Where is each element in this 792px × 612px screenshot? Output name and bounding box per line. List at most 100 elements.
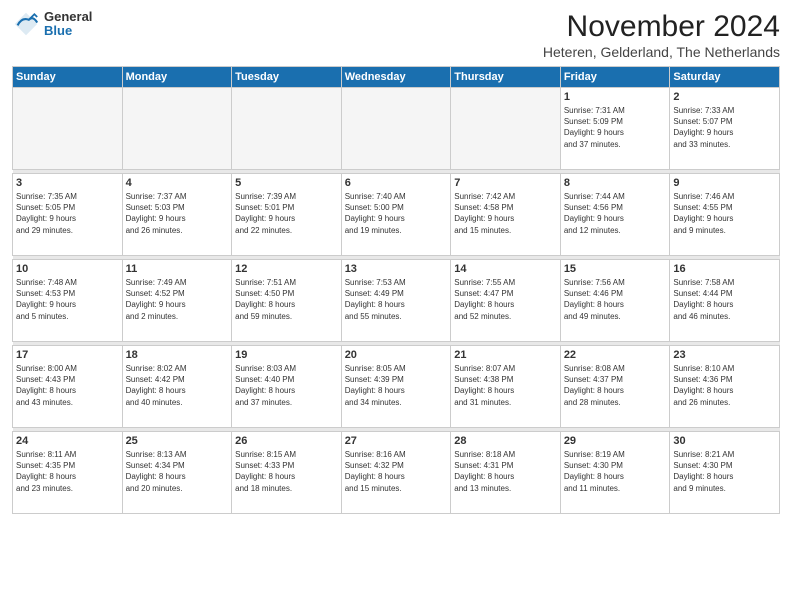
- day-info: Sunrise: 8:05 AM Sunset: 4:39 PM Dayligh…: [345, 363, 448, 408]
- day-number: 11: [126, 263, 229, 275]
- day-info: Sunrise: 7:55 AM Sunset: 4:47 PM Dayligh…: [454, 277, 557, 322]
- cell-4-3: 27Sunrise: 8:16 AM Sunset: 4:32 PM Dayli…: [341, 432, 451, 514]
- day-number: 7: [454, 177, 557, 189]
- day-number: 30: [673, 435, 776, 447]
- day-info: Sunrise: 8:15 AM Sunset: 4:33 PM Dayligh…: [235, 449, 338, 494]
- day-number: 6: [345, 177, 448, 189]
- week-row-4: 17 Sunrise: 8:00 AM Sunset: 4:43 PM Dayli…: [13, 346, 780, 428]
- col-tuesday: Tuesday: [232, 67, 342, 88]
- day-number: 1: [564, 91, 667, 103]
- day-info: Sunrise: 7:51 AM Sunset: 4:50 PM Dayligh…: [235, 277, 338, 322]
- cell-1-5: 8Sunrise: 7:44 AM Sunset: 4:56 PM Daylig…: [560, 174, 670, 256]
- day-info: Sunrise: 8:03 AM Sunset: 4:40 PM Dayligh…: [235, 363, 338, 408]
- location: Heteren, Gelderland, The Netherlands: [543, 44, 780, 60]
- cell-0-2: [232, 88, 342, 170]
- cell-3-5: 22 Sunrise: 8:08 AM Sunset: 4:37 PM Dayli…: [560, 346, 670, 428]
- day-info: Sunrise: 7:37 AM Sunset: 5:03 PM Dayligh…: [126, 191, 229, 236]
- cell-3-6: 23Sunrise: 8:10 AM Sunset: 4:36 PM Dayli…: [670, 346, 780, 428]
- cell-2-6: 16 Sunrise: 7:58 AM Sunset: 4:44 PM Dayli…: [670, 260, 780, 342]
- day-number: 17: [16, 349, 119, 361]
- day-number: 9: [673, 177, 776, 189]
- day-number: 21: [454, 349, 557, 361]
- day-number: 27: [345, 435, 448, 447]
- logo-text: General Blue: [44, 10, 92, 39]
- day-number: 18: [126, 349, 229, 361]
- week-row-3: 10 Sunrise: 7:48 AM Sunset: 4:53 PM Dayli…: [13, 260, 780, 342]
- header-row: Sunday Monday Tuesday Wednesday Thursday…: [13, 67, 780, 88]
- day-info: Sunrise: 7:58 AM Sunset: 4:44 PM Dayligh…: [673, 277, 776, 322]
- day-number: 5: [235, 177, 338, 189]
- day-number: 2: [673, 91, 776, 103]
- month-title: November 2024: [543, 10, 780, 44]
- week-row-2: 3 Sunrise: 7:35 AM Sunset: 5:05 PM Daylig…: [13, 174, 780, 256]
- day-number: 13: [345, 263, 448, 275]
- cell-0-0: [13, 88, 123, 170]
- cell-2-2: 12 Sunrise: 7:51 AM Sunset: 4:50 PM Dayli…: [232, 260, 342, 342]
- day-info: Sunrise: 7:39 AM Sunset: 5:01 PM Dayligh…: [235, 191, 338, 236]
- cell-0-5: 1 Sunrise: 7:31 AM Sunset: 5:09 PM Daylig…: [560, 88, 670, 170]
- day-info: Sunrise: 7:46 AM Sunset: 4:55 PM Dayligh…: [673, 191, 776, 236]
- day-info: Sunrise: 7:49 AM Sunset: 4:52 PM Dayligh…: [126, 277, 229, 322]
- col-friday: Friday: [560, 67, 670, 88]
- day-number: 10: [16, 263, 119, 275]
- cell-0-6: 2Sunrise: 7:33 AM Sunset: 5:07 PM Daylig…: [670, 88, 780, 170]
- cell-4-2: 26 Sunrise: 8:15 AM Sunset: 4:33 PM Dayli…: [232, 432, 342, 514]
- cell-3-3: 20Sunrise: 8:05 AM Sunset: 4:39 PM Dayli…: [341, 346, 451, 428]
- cell-3-0: 17 Sunrise: 8:00 AM Sunset: 4:43 PM Dayli…: [13, 346, 123, 428]
- page: General Blue November 2024 Heteren, Geld…: [0, 0, 792, 612]
- cell-0-4: [451, 88, 561, 170]
- week-row-5: 24 Sunrise: 8:11 AM Sunset: 4:35 PM Dayli…: [13, 432, 780, 514]
- cell-2-5: 15Sunrise: 7:56 AM Sunset: 4:46 PM Dayli…: [560, 260, 670, 342]
- cell-3-2: 19 Sunrise: 8:03 AM Sunset: 4:40 PM Dayli…: [232, 346, 342, 428]
- day-number: 16: [673, 263, 776, 275]
- cell-3-1: 18 Sunrise: 8:02 AM Sunset: 4:42 PM Dayli…: [122, 346, 232, 428]
- cell-4-4: 28 Sunrise: 8:18 AM Sunset: 4:31 PM Dayli…: [451, 432, 561, 514]
- cell-1-2: 5 Sunrise: 7:39 AM Sunset: 5:01 PM Daylig…: [232, 174, 342, 256]
- cell-0-3: [341, 88, 451, 170]
- day-number: 26: [235, 435, 338, 447]
- day-number: 25: [126, 435, 229, 447]
- cell-1-4: 7 Sunrise: 7:42 AM Sunset: 4:58 PM Daylig…: [451, 174, 561, 256]
- day-info: Sunrise: 8:08 AM Sunset: 4:37 PM Dayligh…: [564, 363, 667, 408]
- day-number: 14: [454, 263, 557, 275]
- cell-4-6: 30Sunrise: 8:21 AM Sunset: 4:30 PM Dayli…: [670, 432, 780, 514]
- day-number: 19: [235, 349, 338, 361]
- calendar: Sunday Monday Tuesday Wednesday Thursday…: [12, 66, 780, 514]
- day-number: 24: [16, 435, 119, 447]
- day-info: Sunrise: 7:40 AM Sunset: 5:00 PM Dayligh…: [345, 191, 448, 236]
- col-saturday: Saturday: [670, 67, 780, 88]
- day-info: Sunrise: 7:31 AM Sunset: 5:09 PM Dayligh…: [564, 105, 667, 150]
- day-info: Sunrise: 8:11 AM Sunset: 4:35 PM Dayligh…: [16, 449, 119, 494]
- day-info: Sunrise: 8:07 AM Sunset: 4:38 PM Dayligh…: [454, 363, 557, 408]
- cell-2-4: 14 Sunrise: 7:55 AM Sunset: 4:47 PM Dayli…: [451, 260, 561, 342]
- cell-1-1: 4Sunrise: 7:37 AM Sunset: 5:03 PM Daylig…: [122, 174, 232, 256]
- day-info: Sunrise: 8:02 AM Sunset: 4:42 PM Dayligh…: [126, 363, 229, 408]
- logo: General Blue: [12, 10, 92, 39]
- cell-3-4: 21 Sunrise: 8:07 AM Sunset: 4:38 PM Dayli…: [451, 346, 561, 428]
- col-thursday: Thursday: [451, 67, 561, 88]
- logo-line2: Blue: [44, 24, 92, 38]
- day-info: Sunrise: 7:48 AM Sunset: 4:53 PM Dayligh…: [16, 277, 119, 322]
- day-number: 28: [454, 435, 557, 447]
- day-number: 3: [16, 177, 119, 189]
- day-info: Sunrise: 8:19 AM Sunset: 4:30 PM Dayligh…: [564, 449, 667, 494]
- day-info: Sunrise: 7:35 AM Sunset: 5:05 PM Dayligh…: [16, 191, 119, 236]
- week-row-1: 1 Sunrise: 7:31 AM Sunset: 5:09 PM Daylig…: [13, 88, 780, 170]
- day-number: 12: [235, 263, 338, 275]
- day-info: Sunrise: 7:42 AM Sunset: 4:58 PM Dayligh…: [454, 191, 557, 236]
- day-number: 22: [564, 349, 667, 361]
- cell-1-3: 6 Sunrise: 7:40 AM Sunset: 5:00 PM Daylig…: [341, 174, 451, 256]
- day-number: 15: [564, 263, 667, 275]
- cell-2-3: 13Sunrise: 7:53 AM Sunset: 4:49 PM Dayli…: [341, 260, 451, 342]
- cell-0-1: [122, 88, 232, 170]
- title-area: November 2024 Heteren, Gelderland, The N…: [543, 10, 780, 60]
- col-monday: Monday: [122, 67, 232, 88]
- col-sunday: Sunday: [13, 67, 123, 88]
- cell-1-6: 9 Sunrise: 7:46 AM Sunset: 4:55 PM Daylig…: [670, 174, 780, 256]
- day-info: Sunrise: 8:18 AM Sunset: 4:31 PM Dayligh…: [454, 449, 557, 494]
- day-info: Sunrise: 8:00 AM Sunset: 4:43 PM Dayligh…: [16, 363, 119, 408]
- logo-line1: General: [44, 10, 92, 24]
- cell-2-1: 11 Sunrise: 7:49 AM Sunset: 4:52 PM Dayli…: [122, 260, 232, 342]
- col-wednesday: Wednesday: [341, 67, 451, 88]
- logo-icon: [12, 10, 40, 38]
